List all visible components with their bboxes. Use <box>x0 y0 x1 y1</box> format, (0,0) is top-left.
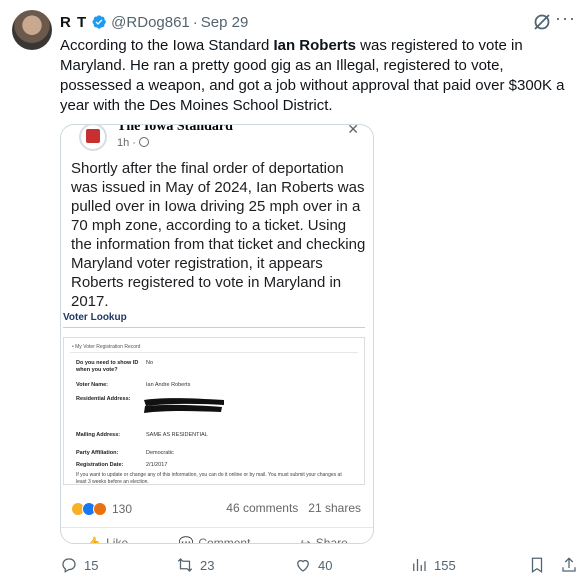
row-value: Ian Andre Roberts <box>146 382 191 388</box>
page-logo-icon <box>79 125 107 151</box>
repost-button[interactable]: 23 <box>176 556 214 574</box>
share-arrow-icon: ↪ <box>300 535 311 544</box>
repost-count: 23 <box>200 557 215 573</box>
document-title: Voter Lookup <box>63 312 127 323</box>
row-value: SAME AS RESIDENTIAL <box>146 432 208 438</box>
globe-icon <box>139 137 150 147</box>
angry-reaction-icon <box>93 502 107 516</box>
share-label: Share <box>315 535 348 544</box>
separator: · <box>192 13 198 31</box>
embedded-comment: 💬 Comment <box>178 534 250 544</box>
tweet-header: R T @RDog861 · Sep 29 <box>60 12 574 32</box>
row-label: Mailing Address: <box>76 432 121 438</box>
page-name: The Iowa Standard <box>117 124 233 134</box>
reactions-count: 130 <box>112 502 133 516</box>
views-button[interactable]: 155 <box>410 556 456 574</box>
reply-button[interactable]: 15 <box>60 556 98 574</box>
media-image[interactable]: The Iowa Standard 1h · ✕ Shortly after t… <box>60 124 374 544</box>
post-time: 1h · <box>117 137 150 149</box>
embedded-like: 👍 Like <box>86 534 128 544</box>
engagement-stats: 46 comments 21 shares <box>226 501 361 515</box>
heart-icon <box>297 559 309 572</box>
divider <box>70 352 358 353</box>
row-label: Voter Name: <box>76 382 108 388</box>
voter-lookup-document: Voter Lookup • My Voter Registration Rec… <box>61 311 373 489</box>
document-subtitle: • My Voter Registration Record <box>72 344 141 350</box>
tweet-text-part: According to the Iowa Standard <box>60 37 274 54</box>
row-value: Democratic <box>146 450 174 456</box>
author-handle[interactable]: @RDog861 <box>111 14 190 31</box>
redaction-mark <box>144 398 224 413</box>
repost-icon <box>177 558 193 572</box>
reply-count: 15 <box>84 557 99 573</box>
avatar[interactable] <box>12 10 52 50</box>
row-label: Party Affiliation: <box>76 450 119 456</box>
document-panel: • My Voter Registration Record Do you ne… <box>63 337 365 485</box>
tweet-actions: 15 23 40 155 <box>60 556 576 576</box>
verified-badge-icon <box>92 15 107 29</box>
row-label: Do you need to show ID when you vote? <box>76 360 139 373</box>
embedded-post-body: Shortly after the final order of deporta… <box>71 160 366 310</box>
tweet-text: According to the Iowa Standard Ian Rober… <box>60 36 572 116</box>
reply-icon <box>62 558 76 573</box>
shares-count: 21 shares <box>308 501 361 515</box>
row-value: No <box>146 360 154 366</box>
embedded-post-header: The Iowa Standard 1h · ✕ <box>61 125 373 155</box>
post-date[interactable]: Sep 29 <box>201 14 249 31</box>
document-note: If you want to update or change any of t… <box>76 472 342 485</box>
row-label: Registration Date: <box>76 462 124 468</box>
comments-count: 46 comments <box>226 501 299 515</box>
reactions-summary: 130 <box>71 501 132 517</box>
grok-icon[interactable] <box>532 12 552 32</box>
divider <box>63 327 365 328</box>
bookmark-button[interactable] <box>528 556 546 574</box>
like-count: 40 <box>318 557 333 573</box>
author-name[interactable]: R T <box>60 14 87 31</box>
share-icon <box>562 557 576 572</box>
comment-label: Comment <box>198 535 251 544</box>
row-value: 2/1/2017 <box>146 462 168 468</box>
close-icon: ✕ <box>347 124 359 137</box>
post-time-text: 1h · <box>117 137 136 149</box>
bookmark-icon <box>531 557 543 573</box>
tweet-text-bold: Ian Roberts <box>273 37 356 54</box>
views-icon <box>413 559 426 571</box>
share-button[interactable] <box>560 556 578 574</box>
like-label: Like <box>106 535 129 544</box>
row-label: Residential Address: <box>76 396 131 402</box>
embedded-share: ↪ Share <box>301 534 348 544</box>
thumbs-up-icon: 👍 <box>86 535 102 544</box>
like-button[interactable]: 40 <box>294 556 332 574</box>
embedded-actions: 👍 Like 💬 Comment ↪ Share <box>61 527 373 544</box>
comment-bubble-icon: 💬 <box>178 535 194 544</box>
more-options-icon[interactable]: ··· <box>555 8 576 29</box>
views-count: 155 <box>434 557 456 573</box>
